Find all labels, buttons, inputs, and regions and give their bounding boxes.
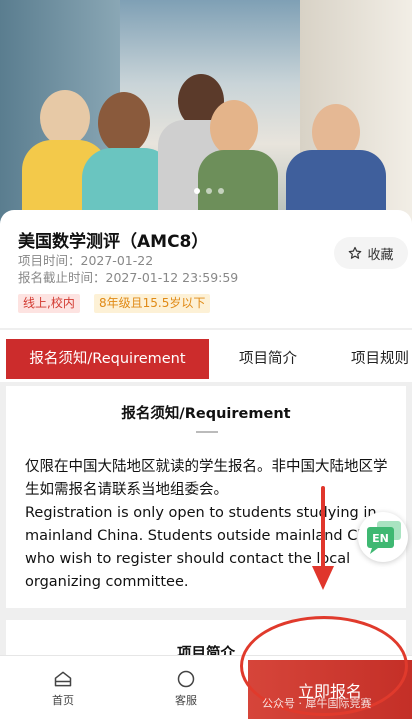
requirement-section: 报名须知/Requirement 仅限在中国大陆地区就读的学生报名。非中国大陆地… [6,386,406,608]
home-button[interactable]: 首页 [8,656,118,720]
requirement-text-en: Registration is only open to students st… [25,505,389,590]
requirement-text-cn: 仅限在中国大陆地区就读的学生报名。非中国大陆地区学生如需报名请联系当地组委会。 [25,459,388,498]
language-chat-button[interactable]: EN [358,512,408,562]
section-underline [196,431,218,433]
customer-service-button[interactable]: 客服 [131,656,241,720]
tab-bar: 报名须知/Requirement 项目简介 项目规则 [0,330,412,382]
service-label: 客服 [175,693,197,707]
chat-bubble-icon: EN [367,521,401,554]
favorite-label: 收藏 [367,247,394,263]
favorite-button[interactable]: 收藏 [334,237,408,269]
home-icon [54,671,72,686]
tag-eligibility: 8年级且15.5岁以下 [94,294,211,313]
hero-person [210,100,258,156]
tab-introduction[interactable]: 项目简介 [222,339,314,379]
hero-banner-image [0,0,412,240]
service-icon [177,670,195,687]
project-title: 美国数学测评（AMC8） [18,232,209,252]
tab-requirement[interactable]: 报名须知/Requirement [6,339,209,379]
tag-location: 线上,校内 [18,294,80,313]
watermark: 公众号 · 犀牛国际竞赛 [262,697,372,710]
lang-label: EN [372,532,389,545]
hero-person [98,92,150,154]
star-icon [349,246,362,259]
section-heading: 报名须知/Requirement [121,406,291,422]
home-label: 首页 [52,693,74,707]
hero-person [40,90,90,146]
carousel-indicator[interactable] [194,188,224,194]
annotation-arrow [312,486,334,590]
tab-rules[interactable]: 项目规则 [340,339,412,379]
registration-deadline: 报名截止时间：2027-01-12 23:59:59 [18,270,239,285]
